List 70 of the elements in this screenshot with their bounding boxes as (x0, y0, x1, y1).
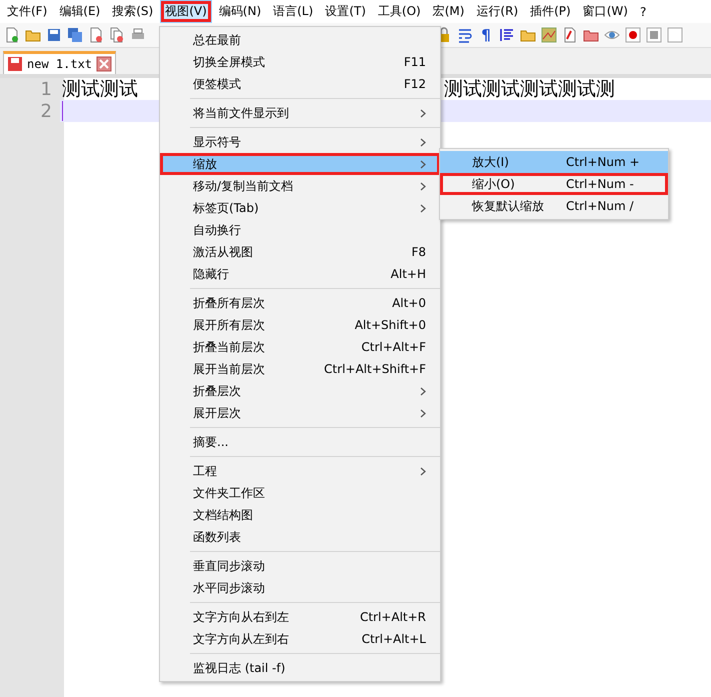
show-symbols-button[interactable]: ¶ (478, 26, 494, 44)
record-icon[interactable] (625, 27, 641, 43)
save-all-icon[interactable] (67, 27, 83, 43)
new-file-icon[interactable] (4, 27, 20, 43)
menu-item[interactable]: 显示符号 (160, 131, 440, 153)
menu-item[interactable]: 标签页(Tab) (160, 197, 440, 219)
line-number: 2 (0, 100, 60, 122)
menu-item[interactable]: 切换全屏模式 F11 (160, 51, 440, 73)
menu-item[interactable]: 函数列表 (160, 526, 440, 548)
close-icon[interactable] (96, 56, 112, 72)
menu-item[interactable]: 视图(V) (160, 0, 212, 23)
menu-item[interactable]: ? (634, 2, 652, 22)
menu-item[interactable]: 编码(N) (214, 0, 266, 23)
chevron-right-icon (420, 138, 426, 146)
save-icon[interactable] (46, 27, 62, 43)
menu-item[interactable]: 文字方向从右到左 Ctrl+Alt+R (160, 606, 440, 628)
file-tab[interactable]: new 1.txt (3, 51, 116, 74)
menu-item[interactable]: 展开当前层次 Ctrl+Alt+Shift+F (160, 358, 440, 380)
editor-text: 测试测试测试测试测 (444, 77, 615, 102)
menu-item[interactable]: 摘要... (160, 431, 440, 453)
chevron-right-icon (420, 204, 426, 212)
menu-item[interactable]: 展开层次 (160, 402, 440, 424)
chevron-right-icon (420, 108, 426, 118)
menu-item[interactable]: 折叠层次 (160, 380, 440, 402)
menu-item[interactable]: 折叠所有层次 Alt+0 (160, 292, 440, 314)
menu-item[interactable]: 语言(L) (268, 0, 318, 23)
menu-item[interactable]: 搜索(S) (107, 0, 158, 23)
menu-item[interactable]: 折叠当前层次 Ctrl+Alt+F (160, 336, 440, 358)
menu-item[interactable]: 宏(M) (428, 0, 470, 23)
menu-item[interactable]: 水平同步滚动 (160, 577, 440, 599)
menu-item[interactable]: 工程 (160, 460, 440, 482)
menu-item[interactable]: 激活从视图 F8 (160, 241, 440, 263)
menu-item[interactable]: 编辑(E) (54, 0, 106, 23)
chevron-right-icon (420, 466, 426, 476)
menu-item[interactable]: 文件夹工作区 (160, 482, 440, 504)
menu-item[interactable]: 恢复默认缩放 Ctrl+Num / (440, 195, 668, 217)
menu-item[interactable]: 工具(O) (372, 0, 426, 23)
map-icon[interactable] (541, 27, 557, 43)
menu-item[interactable]: 缩小(O) Ctrl+Num - (440, 173, 668, 195)
menu-item[interactable]: 缩放 (160, 153, 440, 175)
menu-item[interactable]: 隐藏行 Alt+H (160, 263, 440, 285)
menu-item[interactable]: 设置(T) (320, 0, 371, 23)
menu-item[interactable]: 监视日志 (tail -f) (160, 657, 440, 679)
menu-item[interactable]: 插件(P) (525, 0, 576, 23)
menu-item[interactable]: 运行(R) (471, 0, 524, 23)
close-all-icon[interactable] (109, 27, 125, 43)
chevron-right-icon (420, 160, 426, 168)
text-cursor (62, 101, 63, 121)
menu-item[interactable]: 总在最前 (160, 29, 440, 51)
menu-item[interactable]: 移动/复制当前文档 (160, 175, 440, 197)
save-icon (7, 56, 23, 72)
indent-guide-icon[interactable] (499, 27, 515, 43)
menu-item[interactable]: 文档结构图 (160, 504, 440, 526)
editor-text: 测试测试 (62, 77, 138, 102)
close-file-icon[interactable] (88, 27, 104, 43)
menu-item[interactable]: 文件(F) (2, 0, 52, 23)
menu-item[interactable]: 放大(I) Ctrl+Num + (440, 151, 668, 173)
chevron-right-icon (420, 182, 426, 190)
wrap-icon[interactable] (457, 27, 473, 43)
menu-item[interactable]: 垂直同步滚动 (160, 555, 440, 577)
menu-item[interactable]: 自动换行 (160, 219, 440, 241)
stop-icon[interactable] (646, 27, 662, 43)
document-icon[interactable] (562, 27, 578, 43)
chevron-right-icon (420, 386, 426, 396)
chevron-right-icon (420, 408, 426, 418)
menu-item[interactable]: 将当前文件显示到 (160, 102, 440, 124)
menu-item[interactable]: 展开所有层次 Alt+Shift+0 (160, 314, 440, 336)
menu-item[interactable]: 文字方向从左到右 Ctrl+Alt+L (160, 628, 440, 650)
menu-item[interactable]: 窗口(W) (578, 0, 633, 23)
menu-item[interactable]: 便签模式 F12 (160, 73, 440, 95)
